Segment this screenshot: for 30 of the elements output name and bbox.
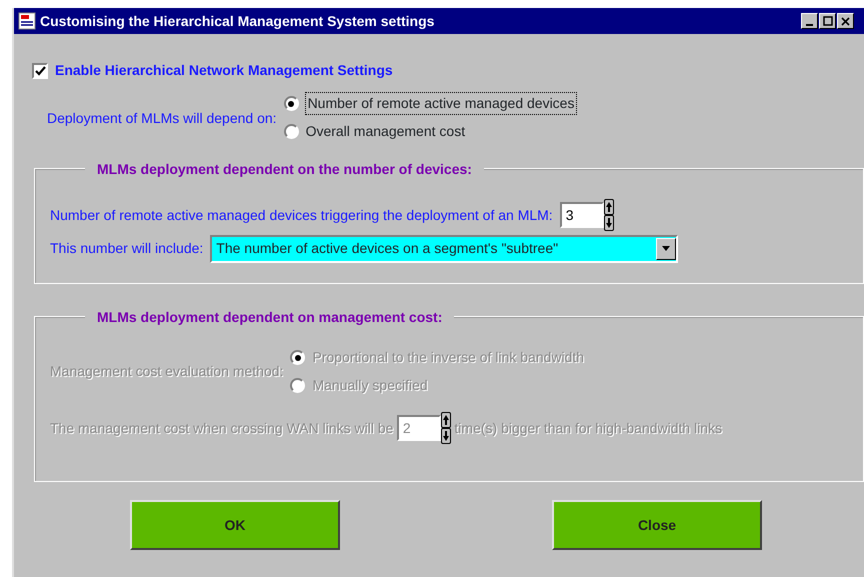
minimize-button[interactable] xyxy=(801,13,818,29)
check-icon xyxy=(34,66,46,76)
field-label: The management cost when crossing WAN links will be xyxy=(50,418,394,438)
field-label: Deployment of MLMs will depend on: xyxy=(47,109,277,128)
checkbox-label: Enable Hierarchical Network Management Settings xyxy=(55,61,393,80)
number-field[interactable]: 3 xyxy=(560,202,604,228)
radio-label: Manually specified xyxy=(312,376,428,395)
close-button[interactable] xyxy=(837,13,854,29)
spinner-arrows[interactable] xyxy=(604,199,614,231)
close-icon xyxy=(841,16,850,26)
field-label: Number of remote active managed devices triggering the deployment of an MLM: xyxy=(50,206,553,225)
maximize-button[interactable] xyxy=(819,13,836,29)
radio-button[interactable] xyxy=(284,124,299,139)
radio-label: Overall management cost xyxy=(306,122,466,141)
radio-label: Proportional to the inverse of link bandwidth xyxy=(312,348,584,367)
radio-label: Number of remote active managed devices xyxy=(306,93,576,114)
maximize-icon xyxy=(822,16,832,26)
field-label: time(s) bigger than for high-bandwidth links xyxy=(454,418,722,438)
checkbox[interactable] xyxy=(32,62,48,78)
field-label: This number will include: xyxy=(50,239,204,258)
window-title: Customising the Hierarchical Management System settings xyxy=(40,12,434,31)
caret-icon xyxy=(662,246,670,251)
minimize-icon xyxy=(806,24,813,26)
dialog-button[interactable]: OK xyxy=(130,500,340,550)
dialog-button[interactable]: Close xyxy=(552,500,762,550)
dropdown-value: The number of active devices on a segment's "subtree" xyxy=(216,239,558,258)
field-label: Management cost evaluation method: xyxy=(50,362,284,381)
radio-button[interactable] xyxy=(284,96,299,111)
dropdown[interactable]: The number of active devices on a segment's "subtree" xyxy=(210,234,678,262)
app-icon xyxy=(18,12,36,30)
